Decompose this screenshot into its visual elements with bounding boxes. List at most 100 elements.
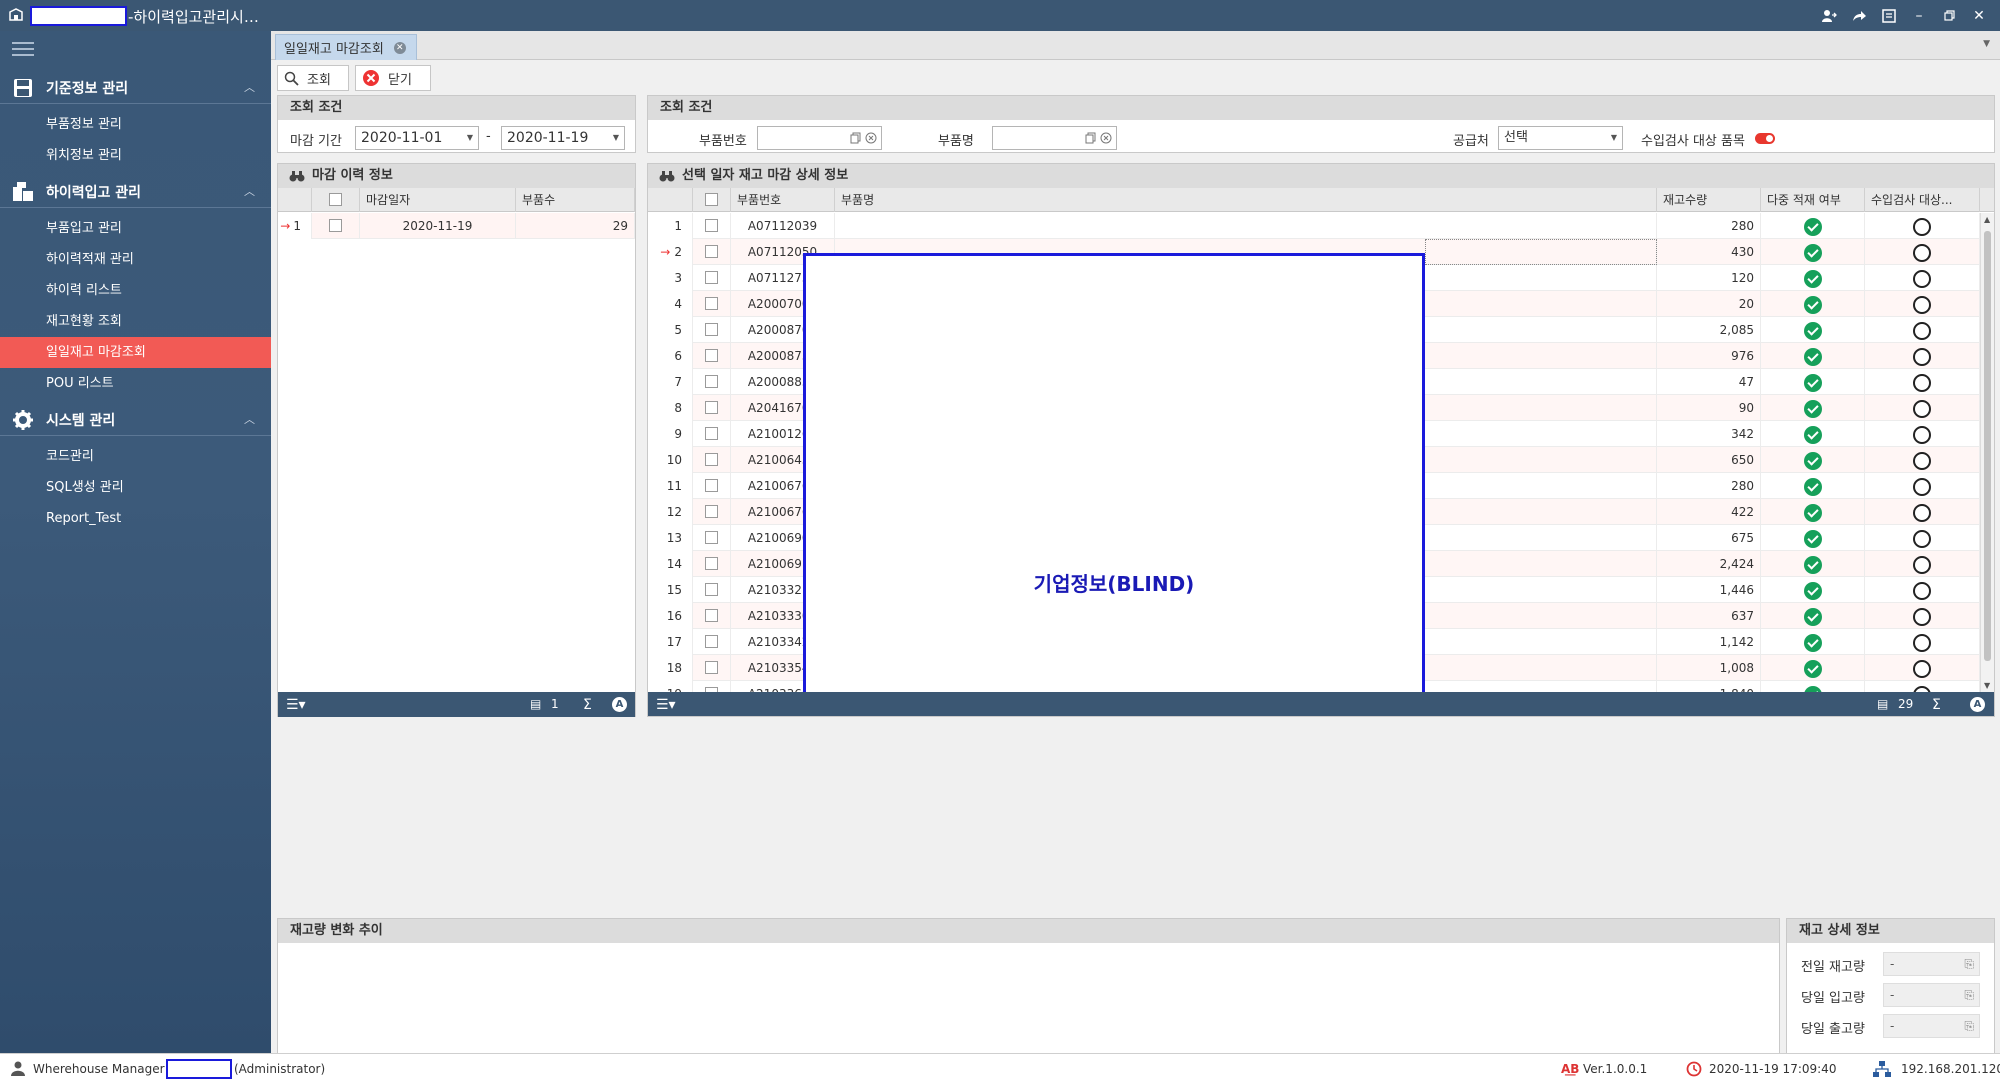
cell-part-name	[835, 213, 1657, 239]
redacted-user-name	[166, 1059, 232, 1079]
row-count-icon: ▤	[530, 697, 542, 711]
status-role: (Administrator)	[234, 1062, 326, 1076]
select-all-checkbox[interactable]	[329, 193, 342, 206]
vertical-scrollbar[interactable]: ▲ ▼	[1980, 213, 1994, 692]
cell-stock-qty: 20	[1657, 291, 1761, 317]
sidebar-item-sql[interactable]: SQL생성 관리	[0, 472, 271, 503]
sidebar-item-daily-closing[interactable]: 일일재고 마감조회	[0, 337, 271, 368]
row-number: 4	[674, 297, 682, 311]
sidebar-item-stock-status[interactable]: 재고현황 조회	[0, 306, 271, 337]
row-number: 8	[674, 401, 682, 415]
row-checkbox[interactable]	[329, 219, 342, 232]
column-header-part-count[interactable]: 부품수	[516, 188, 635, 212]
row-checkbox[interactable]	[705, 245, 718, 258]
sidebar-item-location-info[interactable]: 위치정보 관리	[0, 140, 271, 171]
copy-icon[interactable]: ⎘	[1964, 1015, 1974, 1037]
supplier-label-text: 공급처	[1453, 134, 1489, 149]
grid-menu-icon[interactable]: ☰▾	[656, 697, 676, 713]
clear-icon[interactable]	[1100, 132, 1112, 144]
restore-icon[interactable]	[1934, 0, 1964, 31]
grid-menu-icon[interactable]: ☰▾	[286, 697, 306, 713]
row-checkbox[interactable]	[705, 427, 718, 440]
menu-group-receiving[interactable]: 하이력입고 관리 ︿	[0, 174, 271, 208]
column-header-stock-qty[interactable]: 재고수량	[1657, 188, 1761, 212]
table-row[interactable]: → 1 2020-11-19 29	[278, 213, 635, 239]
chevron-up-icon: ︿	[244, 81, 255, 94]
row-checkbox[interactable]	[705, 661, 718, 674]
share-icon[interactable]	[1844, 0, 1874, 31]
row-checkbox[interactable]	[705, 479, 718, 492]
from-date-picker[interactable]: 2020-11-01 ▼	[355, 126, 479, 150]
row-checkbox[interactable]	[705, 583, 718, 596]
scroll-down-icon[interactable]: ▼	[1984, 681, 1990, 690]
stock-detail-title: 재고 상세 정보	[1787, 919, 1994, 943]
row-checkbox[interactable]	[705, 531, 718, 544]
row-number: 11	[666, 479, 682, 493]
menu-group-system[interactable]: 시스템 관리 ︿	[0, 402, 271, 436]
copy-icon[interactable]: ⎘	[1964, 984, 1974, 1006]
tab-daily-closing[interactable]: 일일재고 마감조회 ✕	[275, 34, 417, 60]
tab-dropdown-icon[interactable]: ▼	[1983, 39, 1990, 49]
copy-icon[interactable]	[1085, 132, 1096, 144]
row-checkbox[interactable]	[705, 557, 718, 570]
part-name-input[interactable]	[992, 126, 1117, 150]
row-checkbox[interactable]	[705, 505, 718, 518]
clear-icon[interactable]	[865, 132, 877, 144]
supplier-select[interactable]: 선택 ▼	[1498, 126, 1623, 150]
sum-icon[interactable]: Σ	[1932, 697, 1941, 713]
row-checkbox[interactable]	[705, 401, 718, 414]
scroll-up-icon[interactable]: ▲	[1984, 215, 1990, 224]
check-circle-icon	[1803, 581, 1822, 600]
row-checkbox[interactable]	[705, 297, 718, 310]
select-all-checkbox[interactable]	[705, 193, 718, 206]
row-checkbox[interactable]	[705, 609, 718, 622]
sidebar-item-part-receiving[interactable]: 부품입고 관리	[0, 213, 271, 244]
auto-fit-icon[interactable]: A	[612, 697, 627, 712]
row-checkbox[interactable]	[705, 349, 718, 362]
row-checkbox[interactable]	[705, 219, 718, 232]
inventory-icon	[13, 182, 33, 201]
to-date-picker[interactable]: 2020-11-19 ▼	[501, 126, 625, 150]
sidebar-item-code[interactable]: 코드관리	[0, 441, 271, 472]
sidebar-item-pou-list[interactable]: POU 리스트	[0, 368, 271, 399]
column-header-part-name[interactable]: 부품명	[835, 188, 1657, 212]
row-checkbox[interactable]	[705, 271, 718, 284]
check-circle-icon	[1803, 217, 1822, 236]
inspection-toggle[interactable]	[1755, 133, 1775, 144]
search-button[interactable]: 조회	[277, 65, 349, 91]
scrollbar-thumb[interactable]	[1984, 231, 1991, 661]
user-switch-icon[interactable]	[1814, 0, 1844, 31]
row-number: 2	[674, 245, 682, 259]
column-header-inspection[interactable]: 수입검사 대상...	[1865, 188, 1980, 212]
tab-close-icon[interactable]: ✕	[393, 41, 406, 54]
empty-circle-icon	[1913, 633, 1931, 652]
sidebar-item-report-test[interactable]: Report_Test	[0, 503, 271, 534]
empty-circle-icon	[1913, 529, 1931, 548]
copy-icon[interactable]: ⎘	[1964, 953, 1974, 975]
table-row[interactable]: 1 A07112039 280	[648, 213, 1980, 239]
auto-fit-icon[interactable]: A	[1970, 697, 1985, 712]
cell-stock-qty: 422	[1657, 499, 1761, 525]
column-header-multi-load[interactable]: 다중 적재 여부	[1761, 188, 1865, 212]
menu-group-basic-info[interactable]: 기준정보 관리 ︿	[0, 70, 271, 104]
sidebar-item-part-info[interactable]: 부품정보 관리	[0, 109, 271, 140]
row-checkbox[interactable]	[705, 375, 718, 388]
column-header-part-no[interactable]: 부품번호	[731, 188, 835, 212]
row-checkbox[interactable]	[705, 635, 718, 648]
row-checkbox[interactable]	[705, 323, 718, 336]
binoculars-icon	[659, 171, 675, 182]
sum-icon[interactable]: Σ	[583, 697, 592, 713]
column-header-closing-date[interactable]: 마감일자	[360, 188, 516, 212]
close-button[interactable]: 닫기	[355, 65, 431, 91]
document-icon[interactable]	[1874, 0, 1904, 31]
part-no-input[interactable]	[757, 126, 882, 150]
close-icon[interactable]: ✕	[1964, 0, 1994, 31]
prev-stock-label: 전일 재고량	[1801, 960, 1865, 975]
row-checkbox[interactable]	[705, 453, 718, 466]
hamburger-menu-icon[interactable]	[12, 42, 34, 56]
copy-icon[interactable]	[850, 132, 861, 144]
sidebar-item-list[interactable]: 하이력 리스트	[0, 275, 271, 306]
sidebar-item-loading[interactable]: 하이력적재 관리	[0, 244, 271, 275]
minimize-icon[interactable]: –	[1904, 0, 1934, 31]
history-grid-header: 마감일자 부품수	[278, 188, 635, 212]
